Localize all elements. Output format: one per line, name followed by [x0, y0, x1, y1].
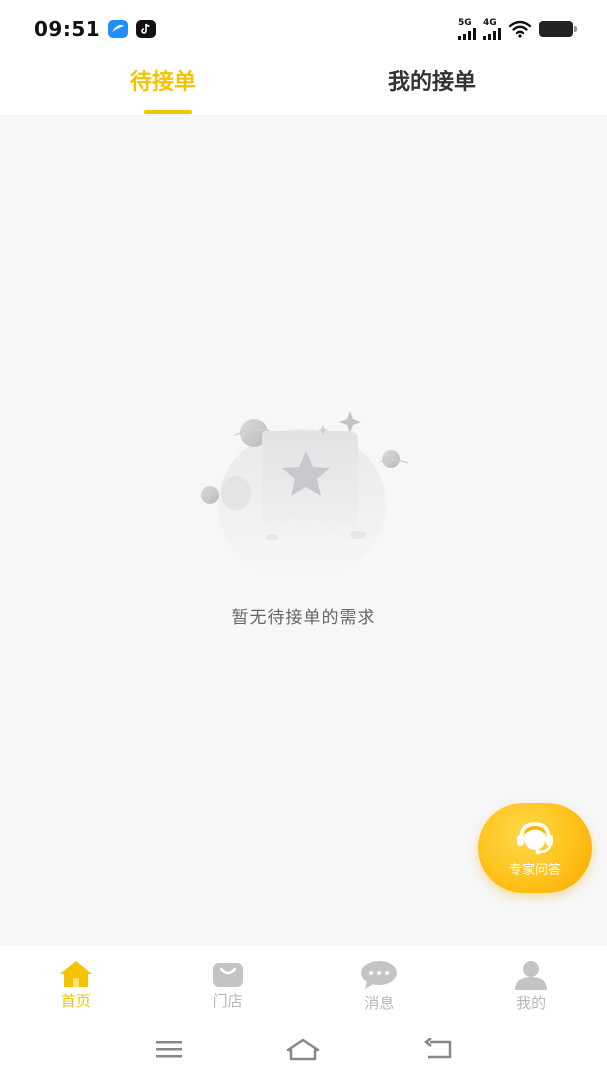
- message-icon: [361, 961, 398, 989]
- nav-label-messages: 消息: [364, 994, 395, 1012]
- signal-5g-label: 5G: [458, 17, 472, 28]
- signal-4g-label: 4G: [483, 17, 497, 28]
- status-bar: 09:51 5G 4G: [0, 0, 607, 58]
- nav-label-home: 首页: [60, 992, 91, 1010]
- nav-item-home[interactable]: 首页: [0, 946, 152, 1016]
- tab-my-orders[interactable]: 我的接单: [388, 68, 476, 106]
- battery-icon: [539, 21, 577, 37]
- active-tab-indicator: [144, 110, 192, 114]
- nav-item-profile[interactable]: 我的: [455, 946, 607, 1016]
- store-bag-icon: [212, 963, 243, 987]
- empty-state-message: 暂无待接单的需求: [231, 608, 376, 628]
- tab-pending-orders[interactable]: 待接单: [130, 68, 196, 106]
- profile-icon: [515, 961, 548, 990]
- bottom-nav: 首页 门店 消息 我的: [0, 946, 607, 1016]
- nav-label-profile: 我的: [516, 994, 547, 1012]
- nav-label-store: 门店: [212, 992, 243, 1010]
- menu-icon[interactable]: [155, 1038, 183, 1060]
- nav-item-messages[interactable]: 消息: [304, 946, 456, 1016]
- empty-state-illustration: [201, 411, 409, 581]
- status-left: 09:51: [34, 17, 157, 41]
- nav-item-store[interactable]: 门店: [152, 946, 304, 1016]
- back-icon[interactable]: [422, 1038, 454, 1060]
- home-icon: [59, 961, 92, 987]
- expert-qa-label: 专家问答: [508, 862, 561, 878]
- home-nav-icon[interactable]: [286, 1038, 320, 1062]
- customer-service-icon: [517, 821, 553, 854]
- tab-bar: 待接单 我的接单: [0, 58, 607, 115]
- expert-qa-button[interactable]: 专家问答: [478, 803, 592, 893]
- app-notification-icon: [108, 20, 129, 38]
- wifi-icon: [508, 20, 532, 38]
- tiktok-icon: [136, 20, 157, 38]
- signal-4g-icon: 4G: [483, 17, 501, 40]
- signal-5g-icon: 5G: [458, 17, 476, 40]
- status-right: 5G 4G: [458, 17, 577, 40]
- status-time: 09:51: [34, 17, 101, 41]
- system-nav-bar: [0, 1016, 607, 1080]
